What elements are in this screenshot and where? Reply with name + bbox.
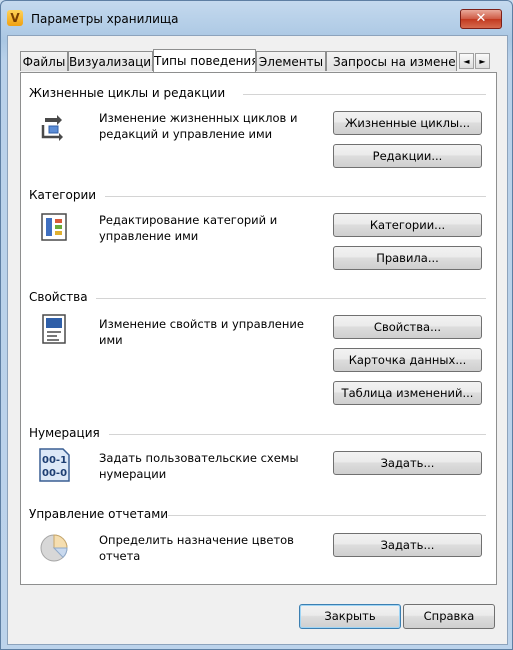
categories-icon (41, 213, 67, 241)
lifecycles-section-title: Жизненные циклы и редакции (29, 86, 226, 100)
section-divider (109, 434, 486, 435)
categories-section-title: Категории (29, 188, 97, 202)
categories-button[interactable]: Категории... (333, 213, 482, 237)
rules-button[interactable]: Правила... (333, 246, 482, 270)
properties-section-title: Свойства (29, 290, 88, 304)
change-table-button[interactable]: Таблица изменений... (333, 381, 482, 405)
behaviors-panel: Жизненные циклы и редакции Изменение жиз… (20, 72, 497, 585)
pie-chart-icon (40, 534, 68, 562)
window-title: Параметры хранилища (31, 12, 179, 26)
datacard-button[interactable]: Карточка данных... (333, 348, 482, 372)
title-bar[interactable]: V Параметры хранилища ✕ (1, 1, 512, 37)
numbering-icon: 00-1 00-0 (39, 448, 70, 482)
tab-items[interactable]: Элементы (256, 51, 326, 71)
svg-text:00-0: 00-0 (42, 468, 67, 479)
reports-description: Определить назначение цветов отчета (99, 533, 294, 563)
reports-define-button[interactable]: Задать... (333, 533, 482, 557)
tab-change-orders[interactable]: Запросы на изменение (326, 51, 457, 71)
section-divider (243, 94, 486, 95)
properties-icon (42, 314, 66, 344)
dialog-client-area: Файлы Визуализация Типы поведения Элемен… (7, 35, 508, 645)
properties-button[interactable]: Свойства... (333, 315, 482, 339)
svg-text:00-1: 00-1 (42, 455, 67, 466)
properties-description: Изменение свойств и управление ими (99, 317, 304, 347)
numbering-section-title: Нумерация (29, 426, 100, 440)
close-window-button[interactable]: ✕ (460, 9, 502, 29)
dialog-window: V Параметры хранилища ✕ Файлы Визуализац… (0, 0, 513, 650)
close-button[interactable]: Закрыть (299, 604, 401, 629)
section-divider (105, 196, 486, 197)
tab-files[interactable]: Файлы (20, 51, 68, 71)
revisions-button[interactable]: Редакции... (333, 144, 482, 168)
lifecycles-description: Изменение жизненных циклов и редакций и … (99, 111, 298, 141)
numbering-define-button[interactable]: Задать... (333, 451, 482, 475)
tab-behaviors[interactable]: Типы поведения (153, 49, 256, 72)
reports-section-title: Управление отчетами (29, 507, 169, 521)
tab-visualization[interactable]: Визуализация (68, 51, 153, 71)
section-divider (96, 298, 486, 299)
lifecycles-button[interactable]: Жизненные циклы... (333, 111, 482, 135)
help-button[interactable]: Справка (403, 604, 495, 629)
tab-scroll-left-button[interactable]: ◄ (459, 53, 474, 69)
lifecycle-icon (41, 115, 63, 141)
section-divider (168, 515, 486, 516)
tab-strip: Файлы Визуализация Типы поведения Элемен… (20, 49, 457, 72)
tab-scroll-right-button[interactable]: ► (475, 53, 490, 69)
vault-app-icon: V (7, 10, 23, 26)
categories-description: Редактирование категорий и управление им… (99, 213, 278, 243)
numbering-description: Задать пользовательские схемы нумерации (99, 451, 299, 481)
